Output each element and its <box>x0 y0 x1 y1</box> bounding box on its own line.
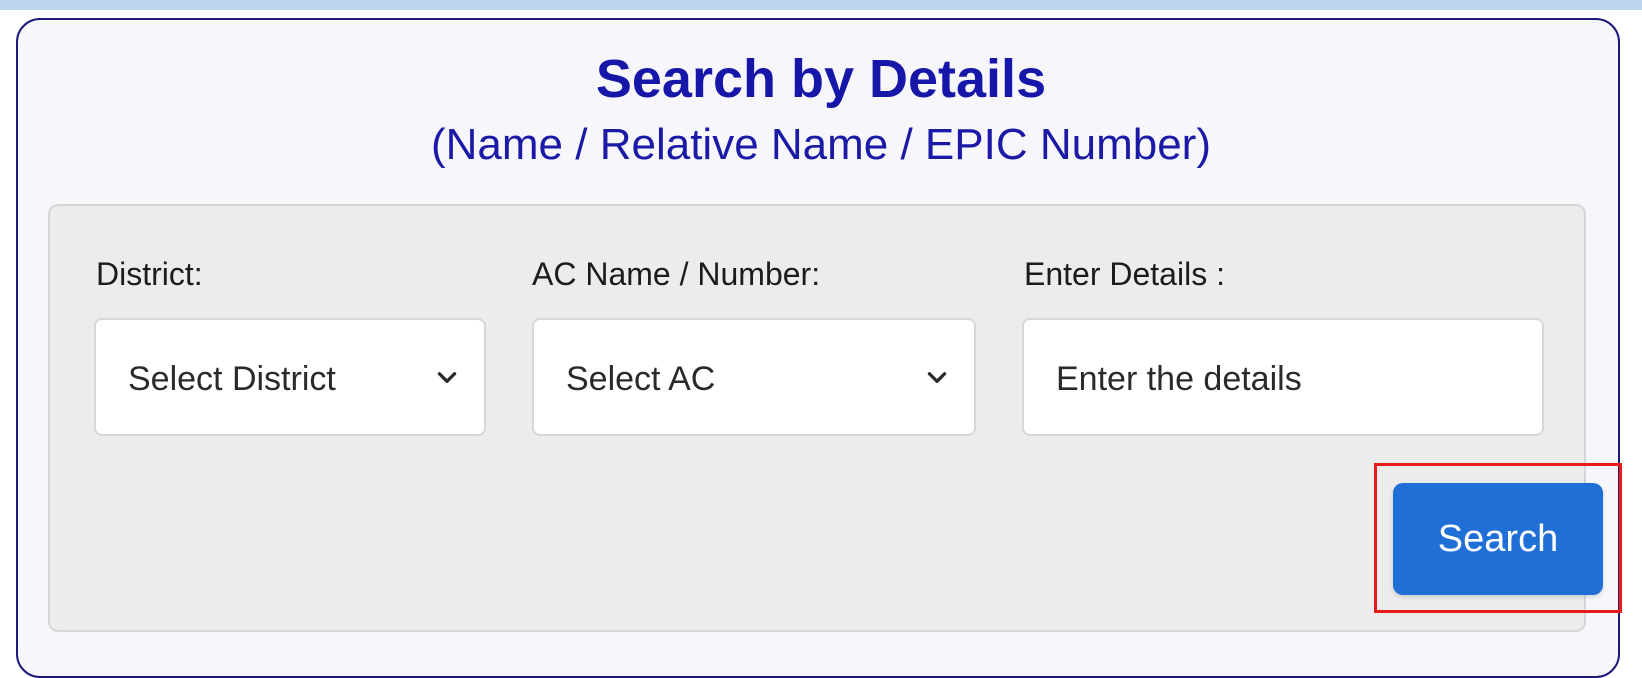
district-select[interactable]: Select District <box>94 318 486 436</box>
chevron-down-icon <box>927 372 947 383</box>
ac-select[interactable]: Select AC <box>532 318 976 436</box>
ac-label: AC Name / Number: <box>532 256 821 292</box>
district-select-value: Select District <box>128 360 336 398</box>
search-button-highlight: Search <box>1374 463 1622 613</box>
search-button[interactable]: Search <box>1393 483 1603 595</box>
details-input-placeholder: Enter the details <box>1056 360 1302 398</box>
page-title: Search by Details <box>595 49 1047 109</box>
top-strip <box>0 0 1642 10</box>
district-label: District: <box>96 256 203 292</box>
ac-select-value: Select AC <box>566 360 716 398</box>
details-label: Enter Details : <box>1024 256 1225 292</box>
details-input[interactable]: Enter the details <box>1022 318 1544 436</box>
chevron-down-icon <box>437 372 457 383</box>
page-subtitle: (Name / Relative Name / EPIC Number) <box>431 120 1211 169</box>
